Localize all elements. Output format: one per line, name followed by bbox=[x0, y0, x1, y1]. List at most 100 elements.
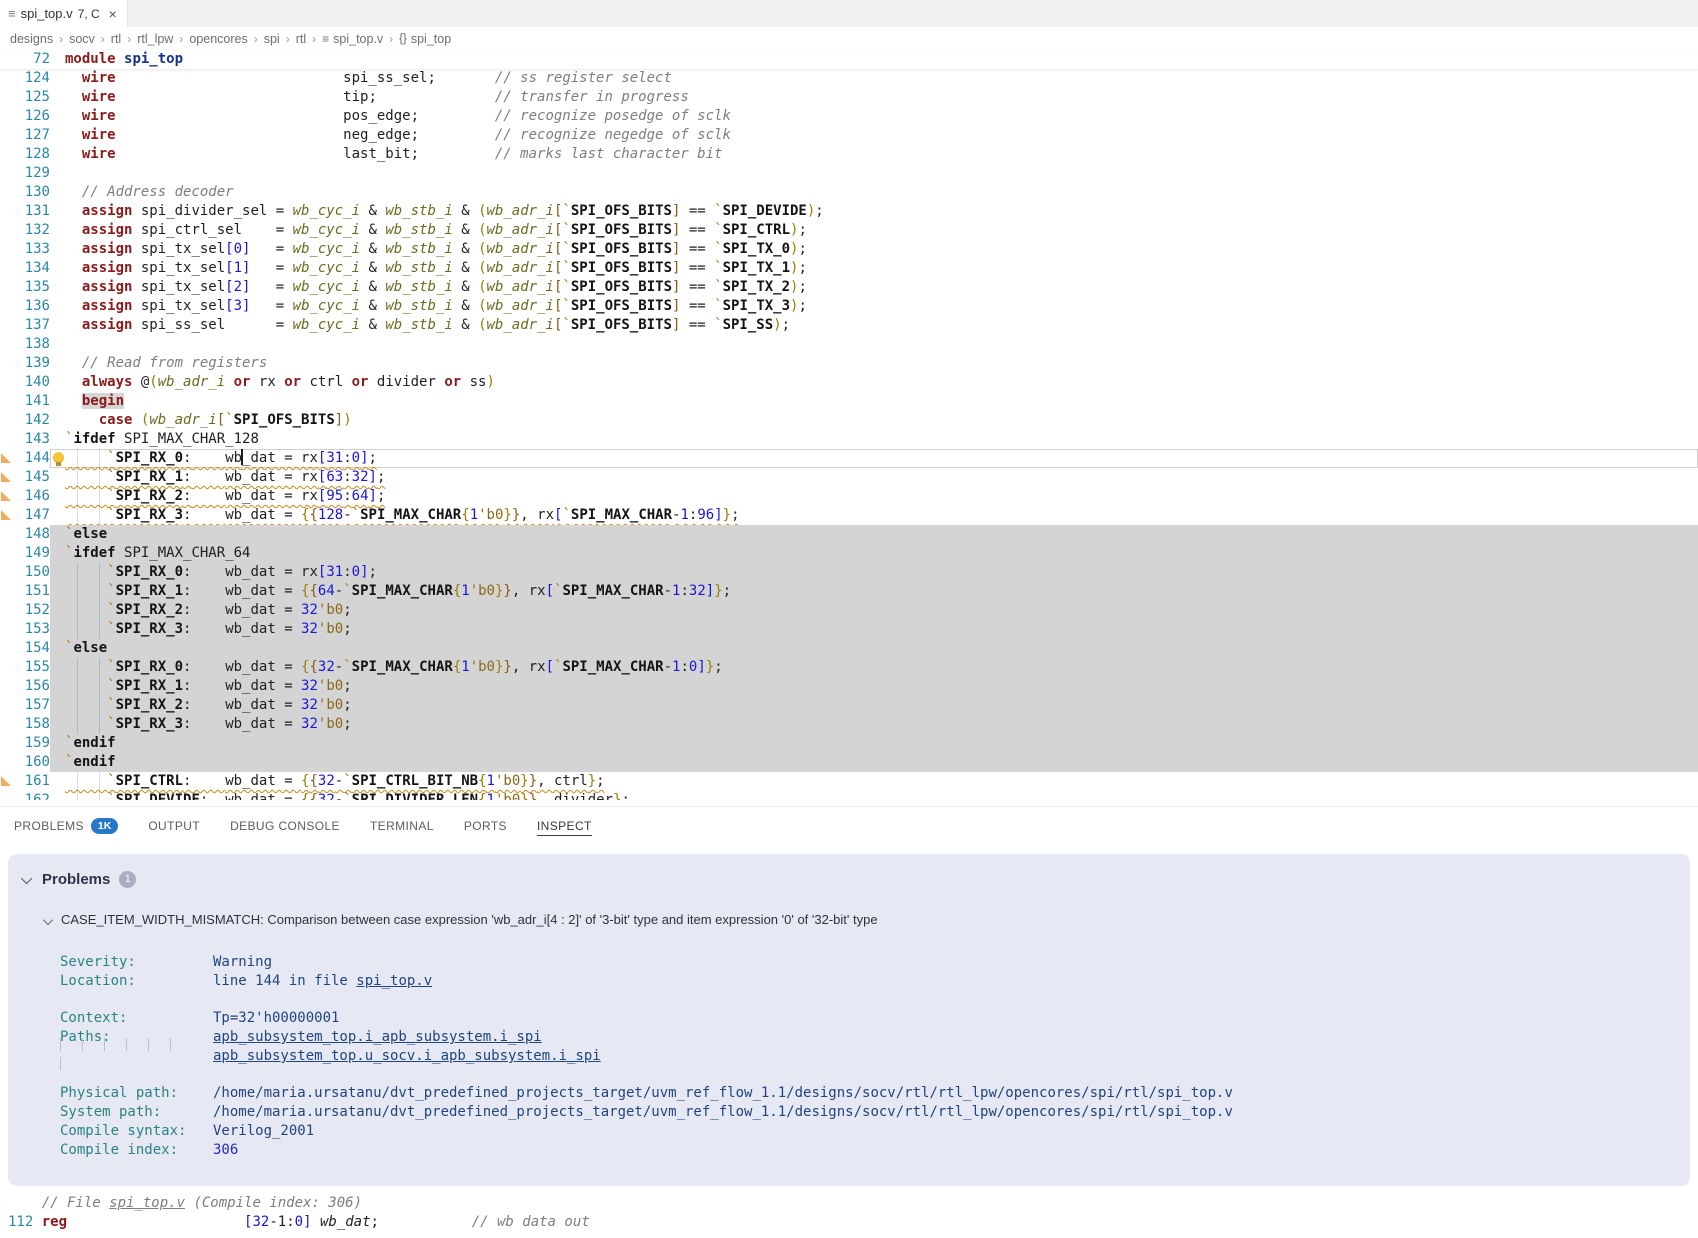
line-number[interactable]: 145 bbox=[14, 468, 50, 487]
line-number[interactable]: 130 bbox=[14, 183, 50, 202]
detail-link[interactable]: apb_subsystem_top.i_apb_subsystem.i_spi bbox=[213, 1029, 542, 1045]
code-line[interactable]: 141 begin bbox=[0, 392, 1698, 411]
code-line-content[interactable]: assign spi_tx_sel[1] = wb_cyc_i & wb_stb… bbox=[50, 259, 1698, 278]
line-number[interactable]: 160 bbox=[14, 753, 50, 772]
gutter-marker-area[interactable] bbox=[0, 183, 14, 202]
code-line[interactable]: 126 wire pos_edge; // recognize posedge … bbox=[0, 107, 1698, 126]
gutter-marker-area[interactable] bbox=[0, 373, 14, 392]
line-number[interactable]: 126 bbox=[14, 107, 50, 126]
gutter-marker-area[interactable] bbox=[0, 240, 14, 259]
gutter-marker-area[interactable] bbox=[0, 468, 14, 487]
line-number[interactable]: 153 bbox=[14, 620, 50, 639]
gutter-marker-area[interactable] bbox=[0, 259, 14, 278]
gutter-marker-area[interactable] bbox=[0, 316, 14, 335]
gutter-marker-area[interactable] bbox=[0, 696, 14, 715]
gutter-marker-area[interactable] bbox=[0, 715, 14, 734]
code-line[interactable]: 144 `SPI_RX_0: wb_dat = rx[31:0]; bbox=[0, 449, 1698, 468]
code-line-content[interactable] bbox=[50, 335, 1698, 354]
breadcrumb-item[interactable]: ≡spi_top.v bbox=[322, 32, 383, 46]
line-number[interactable]: 124 bbox=[14, 69, 50, 88]
gutter-marker-area[interactable] bbox=[0, 297, 14, 316]
line-number[interactable]: 132 bbox=[14, 221, 50, 240]
code-line[interactable]: 145 `SPI_RX_1: wb_dat = rx[63:32]; bbox=[0, 468, 1698, 487]
code-line-content[interactable]: `SPI_RX_1: wb_dat = 32'b0; bbox=[50, 677, 1698, 696]
code-line-content[interactable]: `SPI_RX_0: wb_dat = rx[31:0]; bbox=[50, 563, 1698, 582]
gutter-marker-area[interactable] bbox=[0, 278, 14, 297]
code-line-content[interactable]: `else bbox=[50, 525, 1698, 544]
line-number[interactable]: 138 bbox=[14, 335, 50, 354]
code-line[interactable]: 157 `SPI_RX_2: wb_dat = 32'b0; bbox=[0, 696, 1698, 715]
code-line-content[interactable]: `endif bbox=[50, 734, 1698, 753]
code-line[interactable]: 143`ifdef SPI_MAX_CHAR_128 bbox=[0, 430, 1698, 449]
gutter-marker-area[interactable] bbox=[0, 772, 14, 791]
panel-tab-debug-console[interactable]: DEBUG CONSOLE bbox=[230, 819, 340, 835]
code-line[interactable]: 124 wire spi_ss_sel; // ss register sele… bbox=[0, 69, 1698, 88]
line-number[interactable]: 135 bbox=[14, 278, 50, 297]
code-line-content[interactable]: `SPI_RX_2: wb_dat = rx[95:64]; bbox=[50, 487, 1698, 506]
breadcrumb-item[interactable]: rtl bbox=[111, 32, 121, 46]
code-line[interactable]: 127 wire neg_edge; // recognize negedge … bbox=[0, 126, 1698, 145]
code-line-content[interactable]: `ifdef SPI_MAX_CHAR_64 bbox=[50, 544, 1698, 563]
code-line-content[interactable]: assign spi_tx_sel[0] = wb_cyc_i & wb_stb… bbox=[50, 240, 1698, 259]
code-line[interactable]: 154`else bbox=[0, 639, 1698, 658]
lightbulb-icon[interactable] bbox=[53, 452, 64, 463]
code-line-content[interactable]: `SPI_RX_3: wb_dat = 32'b0; bbox=[50, 620, 1698, 639]
gutter-marker-area[interactable] bbox=[0, 411, 14, 430]
code-line-content[interactable]: `ifdef SPI_MAX_CHAR_128 bbox=[50, 430, 1698, 449]
code-line-content[interactable]: assign spi_divider_sel = wb_cyc_i & wb_s… bbox=[50, 202, 1698, 221]
gutter-marker-area[interactable] bbox=[0, 506, 14, 525]
line-number[interactable]: 139 bbox=[14, 354, 50, 373]
gutter-marker-area[interactable] bbox=[0, 221, 14, 240]
editor-tab[interactable]: ≡ spi_top.v 7, C × bbox=[0, 0, 128, 27]
breadcrumb-item[interactable]: socv bbox=[69, 32, 95, 46]
line-number[interactable]: 142 bbox=[14, 411, 50, 430]
line-number[interactable]: 151 bbox=[14, 582, 50, 601]
code-line[interactable]: 132 assign spi_ctrl_sel = wb_cyc_i & wb_… bbox=[0, 221, 1698, 240]
panel-tab-terminal[interactable]: TERMINAL bbox=[370, 819, 434, 835]
code-line[interactable]: 161 `SPI_CTRL: wb_dat = {{32-`SPI_CTRL_B… bbox=[0, 772, 1698, 791]
gutter-marker-area[interactable] bbox=[0, 601, 14, 620]
sticky-scroll-line[interactable]: 72module spi_top bbox=[0, 50, 1698, 69]
gutter-marker-area[interactable] bbox=[0, 734, 14, 753]
code-line[interactable]: 131 assign spi_divider_sel = wb_cyc_i & … bbox=[0, 202, 1698, 221]
code-line-content[interactable]: `SPI_RX_2: wb_dat = 32'b0; bbox=[50, 601, 1698, 620]
code-line[interactable]: 130 // Address decoder bbox=[0, 183, 1698, 202]
code-line[interactable]: 160`endif bbox=[0, 753, 1698, 772]
gutter-marker-area[interactable] bbox=[0, 145, 14, 164]
code-line[interactable]: 148`else bbox=[0, 525, 1698, 544]
gutter-marker-area[interactable] bbox=[0, 50, 14, 69]
code-line-content[interactable]: wire spi_ss_sel; // ss register select bbox=[50, 69, 1698, 88]
gutter-marker-area[interactable] bbox=[0, 430, 14, 449]
gutter-marker-area[interactable] bbox=[0, 449, 14, 468]
line-number[interactable]: 158 bbox=[14, 715, 50, 734]
code-line-content[interactable]: // Read from registers bbox=[50, 354, 1698, 373]
code-line[interactable]: 139 // Read from registers bbox=[0, 354, 1698, 373]
line-number[interactable]: 129 bbox=[14, 164, 50, 183]
code-line[interactable]: 147 `SPI_RX_3: wb_dat = {{128-`SPI_MAX_C… bbox=[0, 506, 1698, 525]
chevron-down-icon[interactable] bbox=[21, 872, 32, 883]
line-number[interactable]: 143 bbox=[14, 430, 50, 449]
code-line[interactable]: 151 `SPI_RX_1: wb_dat = {{64-`SPI_MAX_CH… bbox=[0, 582, 1698, 601]
gutter-marker-area[interactable] bbox=[0, 88, 14, 107]
code-line-content[interactable]: `SPI_DEVIDE: wb_dat = {{32-`SPI_DIVIDER_… bbox=[50, 791, 1698, 800]
gutter-marker-area[interactable] bbox=[0, 563, 14, 582]
code-line[interactable]: 133 assign spi_tx_sel[0] = wb_cyc_i & wb… bbox=[0, 240, 1698, 259]
line-number[interactable]: 144 bbox=[14, 449, 50, 468]
code-line-content[interactable]: `endif bbox=[50, 753, 1698, 772]
code-line-content[interactable]: `SPI_RX_3: wb_dat = {{128-`SPI_MAX_CHAR{… bbox=[50, 506, 1698, 525]
gutter-marker-area[interactable] bbox=[0, 335, 14, 354]
line-number[interactable]: 146 bbox=[14, 487, 50, 506]
code-line[interactable]: 128 wire last_bit; // marks last charact… bbox=[0, 145, 1698, 164]
code-line-content[interactable]: `SPI_RX_3: wb_dat = 32'b0; bbox=[50, 715, 1698, 734]
line-number[interactable]: 150 bbox=[14, 563, 50, 582]
gutter-marker-area[interactable] bbox=[0, 202, 14, 221]
gutter-marker-area[interactable] bbox=[0, 677, 14, 696]
code-line[interactable]: 150 `SPI_RX_0: wb_dat = rx[31:0]; bbox=[0, 563, 1698, 582]
code-line-content[interactable]: assign spi_ss_sel = wb_cyc_i & wb_stb_i … bbox=[50, 316, 1698, 335]
panel-tab-problems[interactable]: PROBLEMS1K bbox=[14, 818, 118, 836]
line-number[interactable]: 133 bbox=[14, 240, 50, 259]
code-line-content[interactable]: `SPI_CTRL: wb_dat = {{32-`SPI_CTRL_BIT_N… bbox=[50, 772, 1698, 791]
line-number[interactable]: 141 bbox=[14, 392, 50, 411]
gutter-marker-area[interactable] bbox=[0, 525, 14, 544]
line-number[interactable]: 140 bbox=[14, 373, 50, 392]
